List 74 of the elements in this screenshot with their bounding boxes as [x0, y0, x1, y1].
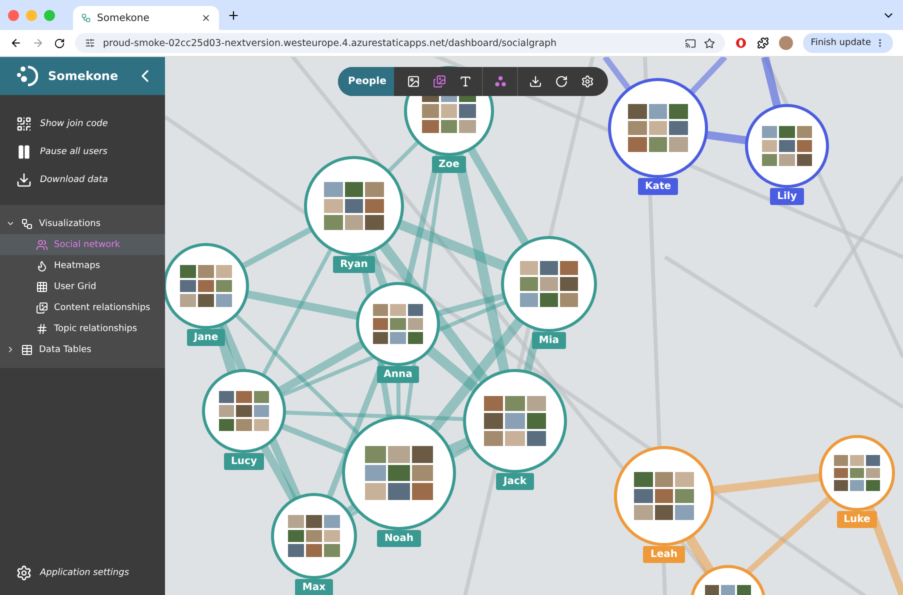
sidebar-action[interactable]: Pause all users: [16, 141, 165, 163]
pause-icon: [16, 144, 32, 160]
reload-icon[interactable]: [54, 38, 65, 48]
chevron-down-icon: [6, 219, 15, 228]
table-icon: [21, 344, 33, 356]
close-icon[interactable]: [201, 13, 211, 23]
photo-collage: [834, 454, 880, 492]
user-name: Kate: [638, 178, 678, 195]
text-size-icon: [458, 75, 472, 88]
app-name: Somekone: [48, 69, 120, 83]
image-icon: [406, 75, 420, 88]
puzzle-icon[interactable]: [756, 37, 769, 49]
nav-item[interactable]: Visualizations: [0, 213, 165, 234]
images-icon: [36, 302, 48, 314]
user-name: Lily: [770, 188, 804, 205]
download-icon: [16, 172, 32, 188]
dots-icon: [21, 218, 33, 230]
nav-item[interactable]: Data Tables: [0, 339, 165, 360]
user-name: Zoe: [432, 156, 466, 173]
user-name: Leah: [643, 546, 685, 563]
user-name: Jack: [496, 473, 534, 490]
forward-icon[interactable]: [32, 37, 44, 49]
photo-collage: [520, 260, 578, 308]
chevron-right-icon: [6, 345, 15, 354]
user-name: Luke: [836, 511, 878, 528]
qr-code-icon: [16, 116, 32, 132]
nav-item[interactable]: Topic relationships: [0, 318, 165, 339]
cluster-icon: [494, 75, 507, 88]
user-name: Jane: [186, 329, 226, 346]
new-tab-icon[interactable]: [227, 8, 240, 22]
flame-icon: [36, 260, 48, 272]
photo-collage: [180, 265, 232, 307]
user-name: Ryan: [333, 256, 375, 273]
nav-item[interactable]: Heatmaps: [0, 255, 165, 276]
sidebar-action[interactable]: Show join code: [16, 113, 165, 135]
photo-collage: [762, 126, 812, 166]
user-node[interactable]: [202, 369, 286, 453]
back-icon[interactable]: [10, 37, 22, 49]
settings-icon: [580, 75, 594, 88]
sidebar-action[interactable]: Download data: [16, 169, 165, 191]
user-name: Mia: [532, 332, 566, 349]
photo-collage: [324, 182, 384, 230]
photo-collage: [634, 472, 694, 520]
people-tab[interactable]: People: [338, 67, 394, 96]
photo-collage: [364, 446, 434, 500]
grid-icon: [36, 280, 48, 292]
browser-tab[interactable]: Somekone: [73, 6, 219, 30]
hash-icon: [36, 322, 48, 334]
user-node[interactable]: [463, 369, 567, 473]
photo-collage: [288, 515, 340, 557]
nav-item[interactable]: User Grid: [0, 276, 165, 297]
images-icon: [432, 75, 446, 88]
user-name: Lucy: [224, 453, 264, 470]
user-node[interactable]: [165, 243, 249, 329]
refresh-icon: [554, 75, 568, 88]
address-bar[interactable]: proud-smoke-02cc25d03-nextversion.westeurope.4.azurestaticapps.net/dashboard/socialgraph: [75, 33, 725, 53]
o-logo-icon[interactable]: [734, 37, 747, 49]
logo-icon: [14, 64, 38, 88]
site-icon: [81, 13, 91, 23]
user-name: Noah: [377, 530, 421, 547]
settings-link[interactable]: Application settings: [0, 561, 165, 595]
photo-collage: [484, 396, 546, 446]
download-icon: [528, 75, 542, 88]
people-icon: [36, 238, 48, 250]
avatar-icon[interactable]: [778, 36, 793, 50]
photo-collage: [218, 390, 270, 432]
photo-collage: [372, 304, 424, 344]
user-name: Anna: [376, 366, 420, 383]
user-node[interactable]: [356, 282, 440, 366]
user-name: Max: [295, 579, 333, 595]
nav-item[interactable]: Content relationships: [0, 297, 165, 318]
photo-collage: [628, 104, 688, 152]
update-button[interactable]: Finish update: [802, 33, 893, 53]
settings-icon: [16, 565, 32, 581]
